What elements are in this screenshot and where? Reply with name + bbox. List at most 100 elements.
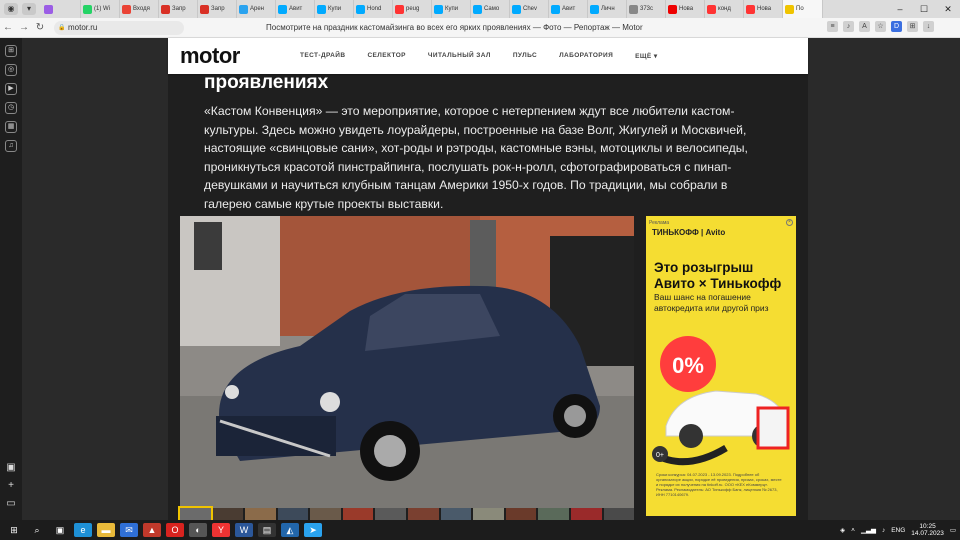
app2-icon[interactable]: ◐ <box>189 523 207 537</box>
gallery-thumbnail[interactable] <box>212 508 244 520</box>
extensions-icon[interactable]: ⊞ <box>907 21 918 32</box>
translate-icon[interactable]: A <box>859 21 870 32</box>
site-nav-item[interactable]: ЛАБОРАТОРИЯ <box>559 52 613 60</box>
browser-tab[interactable]: Запр <box>159 0 198 18</box>
edge-icon[interactable]: e <box>74 523 92 537</box>
task-view-icon[interactable]: ▣ <box>51 523 69 537</box>
browser-tab[interactable]: Личн <box>588 0 627 18</box>
gallery-thumbnail[interactable] <box>245 508 276 520</box>
yandex-browser-icon[interactable]: Y <box>212 523 230 537</box>
minimize-icon[interactable]: – <box>888 0 912 18</box>
tab-favicon-icon <box>629 4 638 14</box>
url-field[interactable]: motor.ru <box>54 20 184 35</box>
browser-tab[interactable]: конд <box>705 0 744 18</box>
tab-label: По <box>796 6 804 12</box>
opera-icon[interactable]: O <box>166 523 184 537</box>
gallery-thumbnail[interactable] <box>505 508 537 520</box>
site-nav-item[interactable]: ТЕСТ-ДРАЙВ <box>300 52 345 60</box>
gallery-thumbnail[interactable] <box>440 508 472 520</box>
close-icon[interactable]: ✕ <box>936 0 960 18</box>
browser-tab[interactable] <box>42 0 81 18</box>
site-nav-item[interactable]: ЕЩЁ ▾ <box>635 52 657 60</box>
window-controls: – ☐ ✕ <box>888 0 960 18</box>
gallery-thumbnail[interactable] <box>603 508 635 520</box>
notifications-icon[interactable]: ▭ <box>950 526 956 534</box>
ad-close-icon[interactable]: × <box>786 219 793 226</box>
browser-tab[interactable]: Chev <box>510 0 549 18</box>
browser-tab[interactable]: Купи <box>432 0 471 18</box>
tab-label: Купи <box>445 6 459 12</box>
site-nav-item[interactable]: ПУЛЬС <box>513 52 537 60</box>
browser-tab[interactable]: Само <box>471 0 510 18</box>
app4-icon[interactable]: ◭ <box>281 523 299 537</box>
site-logo[interactable]: motor <box>180 43 300 69</box>
app3-icon[interactable]: ▤ <box>258 523 276 537</box>
clock[interactable]: 10:25 14.07.2023 <box>911 523 944 537</box>
tab-label: Само <box>484 6 500 12</box>
tab-list-icon[interactable]: ▾ <box>22 3 36 15</box>
word-icon[interactable]: W <box>235 523 253 537</box>
tray-chevron-icon[interactable]: ˄ <box>851 527 855 534</box>
browser-tab[interactable]: По <box>783 0 823 18</box>
site-nav-item[interactable]: ЧИТАЛЬНЫЙ ЗАЛ <box>428 52 491 60</box>
explorer-icon[interactable]: ▬ <box>97 523 115 537</box>
gallery-thumbnail[interactable] <box>473 508 504 520</box>
gallery-photo[interactable] <box>180 216 634 508</box>
gallery-thumbnail[interactable] <box>375 508 407 520</box>
browser-tab[interactable]: Арен <box>237 0 276 18</box>
gallery-thumbnail[interactable] <box>570 508 602 520</box>
sidebar-add-icon[interactable]: + <box>5 480 17 492</box>
tab-label: конд <box>718 6 731 12</box>
browser-tab[interactable]: Авит <box>549 0 588 18</box>
sidebar-apps-icon[interactable]: ⊞ <box>5 45 17 57</box>
browser-tab[interactable]: Hond <box>354 0 393 18</box>
gallery-thumbnail[interactable] <box>342 508 374 520</box>
forward-icon[interactable]: → <box>16 22 32 33</box>
browser-tab[interactable]: peug <box>393 0 432 18</box>
reader-icon[interactable]: ≡ <box>827 21 838 32</box>
maximize-icon[interactable]: ☐ <box>912 0 936 18</box>
sidebar-panel-icon[interactable]: ▭ <box>5 498 17 510</box>
gallery-thumbnail[interactable] <box>178 506 213 522</box>
headphones-icon[interactable]: ♪ <box>843 21 854 32</box>
clock-time: 10:25 <box>919 523 936 530</box>
sidebar-calendar-icon[interactable]: ▦ <box>5 121 17 133</box>
download-icon[interactable]: ↓ <box>923 21 934 32</box>
language-indicator[interactable]: ENG <box>891 527 905 534</box>
profile-icon[interactable]: ◉ <box>4 3 18 15</box>
search-icon[interactable]: ⌕ <box>28 523 46 537</box>
browser-tab[interactable]: Купи <box>315 0 354 18</box>
extension-d-icon[interactable]: D <box>891 21 902 32</box>
site-header: motor ТЕСТ-ДРАЙВ СЕЛЕКТОР ЧИТАЛЬНЫЙ ЗАЛ ПУЛ… <box>168 38 808 74</box>
sidebar-history-icon[interactable]: ◷ <box>5 102 17 114</box>
mail-icon[interactable]: ✉ <box>120 523 138 537</box>
browser-tab[interactable]: Запр <box>198 0 237 18</box>
back-icon[interactable]: ← <box>0 22 16 33</box>
sidebar-apps-grid-icon[interactable]: ▣ <box>5 462 17 474</box>
sidebar-collections-icon[interactable]: ◎ <box>5 64 17 76</box>
bookmark-icon[interactable]: ☆ <box>875 21 886 32</box>
app-icon[interactable]: ▲ <box>143 523 161 537</box>
telegram-icon[interactable]: ➤ <box>304 523 322 537</box>
tray-app-icon[interactable]: ◈ <box>840 526 845 534</box>
browser-tab[interactable]: (1) Wi <box>81 0 120 18</box>
browser-tab[interactable]: Нова <box>666 0 705 18</box>
tray-sound-icon[interactable]: ♪ <box>882 527 885 534</box>
gallery-thumbnail[interactable] <box>310 508 341 520</box>
browser-tab[interactable]: Нова <box>744 0 783 18</box>
browser-tab[interactable]: Входя <box>120 0 159 18</box>
gallery-thumbnail[interactable] <box>538 508 569 520</box>
site-nav-item[interactable]: СЕЛЕКТОР <box>367 52 405 60</box>
advertisement-banner[interactable]: Реклама × ТИНЬКОФФ | Avito Это розыгрыш … <box>646 216 796 516</box>
system-tray: ◈ ˄ ▁▃▅ ♪ ENG 10:25 14.07.2023 ▭ <box>840 520 956 540</box>
gallery-thumbnail[interactable] <box>277 508 309 520</box>
start-icon[interactable]: ⊞ <box>5 523 23 537</box>
tab-label: Входя <box>133 6 150 12</box>
reload-icon[interactable]: ↻ <box>32 22 48 33</box>
gallery-thumbnail[interactable] <box>408 508 439 520</box>
tray-network-icon[interactable]: ▁▃▅ <box>861 526 876 534</box>
browser-tab[interactable]: Авит <box>276 0 315 18</box>
browser-tab[interactable]: 373c <box>627 0 666 18</box>
sidebar-play-icon[interactable]: ▶ <box>5 83 17 95</box>
sidebar-music-icon[interactable]: ♫ <box>5 140 17 152</box>
